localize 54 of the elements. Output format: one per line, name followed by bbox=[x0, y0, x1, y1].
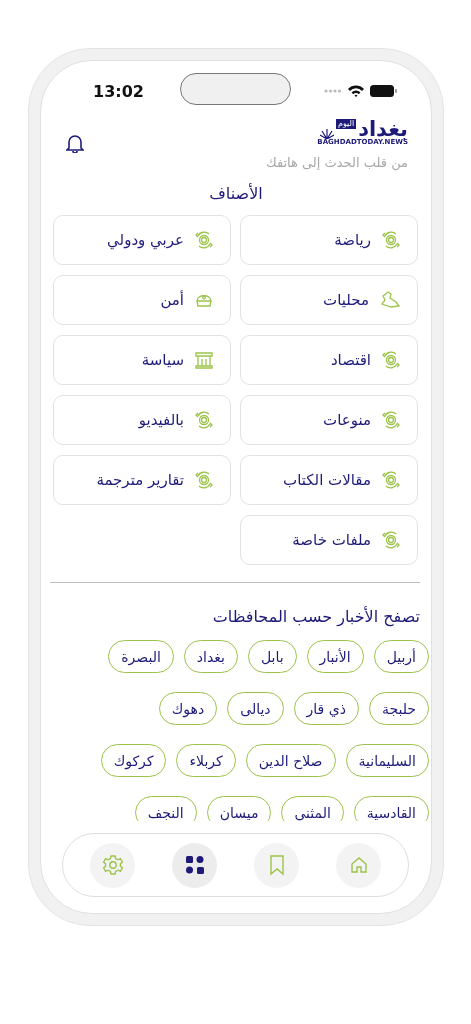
section-title: الأصناف bbox=[208, 184, 264, 203]
money-exchange-icon bbox=[381, 410, 401, 430]
money-exchange-icon bbox=[194, 470, 214, 490]
logo-wordmark: بغداد bbox=[358, 119, 408, 139]
governorate-chip[interactable]: السليمانية bbox=[345, 744, 429, 777]
building-icon bbox=[194, 350, 214, 370]
money-exchange-icon bbox=[381, 350, 401, 370]
governorate-chip[interactable]: القادسية bbox=[353, 796, 429, 821]
governorate-chip[interactable]: كربلاء bbox=[176, 744, 236, 777]
category-card[interactable]: سياسة bbox=[53, 335, 231, 385]
money-exchange-icon bbox=[194, 410, 214, 430]
governorate-chip[interactable]: ذي قار bbox=[293, 692, 359, 725]
governorate-chip[interactable]: دهوك bbox=[158, 692, 218, 725]
money-exchange-icon bbox=[194, 230, 214, 250]
money-exchange-icon bbox=[381, 530, 401, 550]
home-icon bbox=[348, 855, 369, 875]
category-card[interactable]: تقارير مترجمة bbox=[53, 455, 231, 505]
governorate-chip[interactable]: المثنى bbox=[281, 796, 344, 821]
governorate-chip[interactable]: النجف bbox=[134, 796, 197, 821]
category-card[interactable]: بالفيديو bbox=[53, 395, 231, 445]
category-card[interactable]: ملفات خاصة bbox=[240, 515, 418, 565]
nav-button[interactable] bbox=[172, 842, 217, 888]
map-icon bbox=[379, 290, 401, 310]
rays-icon bbox=[319, 127, 334, 139]
grid-icon bbox=[185, 856, 204, 874]
governorate-chip[interactable]: ميسان bbox=[206, 796, 272, 821]
category-card[interactable]: منوعات bbox=[240, 395, 418, 445]
money-exchange-icon bbox=[381, 470, 401, 490]
section-title: تصفح الأخبار حسب المحافظات bbox=[211, 607, 421, 626]
governorate-chip[interactable]: صلاح الدين bbox=[245, 744, 336, 777]
bookmark-icon bbox=[268, 854, 285, 876]
governorate-chip[interactable]: بابل bbox=[247, 640, 297, 673]
wifi-icon bbox=[348, 85, 364, 97]
category-card[interactable]: اقتصاد bbox=[240, 335, 418, 385]
governorate-chip[interactable]: البصرة bbox=[108, 640, 174, 673]
governorate-chip[interactable]: ديالى bbox=[227, 692, 284, 725]
category-card[interactable]: محليات bbox=[240, 275, 418, 325]
category-card[interactable]: رياضة bbox=[240, 215, 418, 265]
governorate-chip[interactable]: بغداد bbox=[183, 640, 238, 673]
category-card[interactable]: أمن bbox=[53, 275, 231, 325]
governorate-chip[interactable]: حلبجة bbox=[368, 692, 429, 725]
category-card[interactable]: عربي ودولي bbox=[53, 215, 231, 265]
governorate-chip[interactable]: الأنبار bbox=[306, 640, 364, 673]
governorate-chip[interactable]: أربيل bbox=[373, 640, 429, 673]
category-card[interactable]: مقالات الكتاب bbox=[240, 455, 418, 505]
signal-dots-icon bbox=[324, 89, 342, 93]
status-time: 13:02 bbox=[93, 81, 144, 101]
logo-tag: اليوم bbox=[335, 119, 357, 129]
tagline: من قلب الحدث إلى هاتفك bbox=[264, 155, 409, 170]
governorate-chip[interactable]: كركوك bbox=[100, 744, 167, 777]
settings-icon bbox=[101, 854, 124, 876]
money-exchange-icon bbox=[381, 230, 401, 250]
battery-icon bbox=[370, 85, 397, 97]
bell-icon[interactable] bbox=[66, 133, 84, 153]
